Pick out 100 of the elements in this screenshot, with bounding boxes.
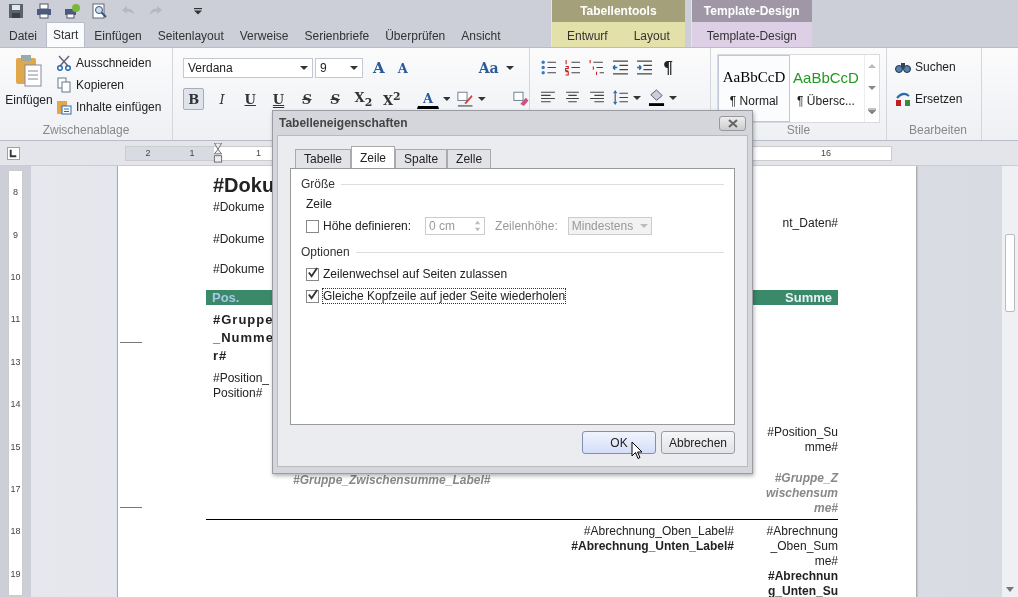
vertical-ruler[interactable]: 8 9 10 11 13 14 15 17 18 19 (8, 170, 23, 596)
table-cell-text: #Abrechnun g_Unten_Su (767, 569, 838, 597)
checkbox[interactable] (306, 289, 319, 303)
dropdown-arrow-icon (477, 97, 486, 101)
table-cell-text: #Gruppe _Numme r# (212, 311, 275, 365)
ribbon-tab[interactable]: Layout (624, 24, 679, 47)
ribbon-tab[interactable]: Template-Design (697, 24, 806, 47)
save-icon[interactable] (8, 3, 24, 19)
dialog-tab[interactable]: Zelle (447, 149, 492, 168)
ruler-number: 13 (10, 356, 21, 367)
contextual-tab-title: Tabellentools (552, 0, 685, 22)
dropdown-arrow-icon (300, 66, 308, 70)
dialog-tab[interactable]: Tabelle (295, 149, 352, 168)
ruler-number: 2 (145, 147, 151, 159)
table-cell-text: #Position_Su mme# (766, 425, 838, 455)
gallery-scrollbar[interactable] (864, 55, 879, 122)
more-icon[interactable] (868, 107, 876, 114)
print-help-icon[interactable] (64, 3, 80, 19)
ruler-number: 15 (10, 441, 21, 452)
dropdown-arrow-icon (639, 224, 648, 228)
option-checkbox[interactable]: Gleiche Kopfzeile auf jeder Seite wiederholen (306, 289, 724, 303)
table-cell-text: #Gruppe_Z wischensum me# (764, 471, 838, 516)
format-button[interactable]: X$^{2}$ (381, 88, 403, 110)
format-button[interactable]: U (239, 88, 261, 110)
format-button[interactable]: S (296, 88, 318, 110)
contextual-tab-title: Template-Design (691, 0, 812, 22)
clipboard-icon (14, 54, 44, 88)
table-header-cell: Pos. (212, 290, 240, 305)
checkbox[interactable] (306, 219, 319, 233)
ribbon-tab[interactable]: Ansicht (454, 24, 508, 47)
style-preset[interactable]: AaBbCcD ¶ Normal (718, 55, 790, 122)
print-icon[interactable] (36, 3, 52, 19)
replace-arrow-icon (895, 91, 911, 107)
group-label: Zwischenablage (41, 123, 131, 139)
print-preview-icon[interactable] (92, 3, 108, 19)
ribbon-tab[interactable]: Verweise (232, 24, 296, 47)
replace-button[interactable]: Ersetzen (895, 90, 981, 108)
checkbox[interactable] (306, 267, 319, 281)
table-header-cell: Summe (785, 290, 832, 305)
ribbon-tab[interactable]: Überprüfen (378, 24, 453, 47)
copy-button[interactable]: Kopieren (56, 76, 162, 94)
scroll-down-icon[interactable] (1006, 587, 1014, 592)
format-button[interactable]: U (267, 88, 290, 110)
document-field: #Dokume (206, 262, 275, 276)
scroll-down-icon[interactable] (868, 85, 876, 92)
dropdown-arrow-icon (633, 95, 641, 100)
cut-button[interactable]: Ausschneiden (56, 54, 162, 72)
format-button[interactable]: S (324, 88, 346, 110)
copy-icon (56, 77, 72, 93)
section-heading: Größe (301, 177, 335, 191)
font-size-field[interactable]: 9 (315, 58, 363, 78)
customize-dropdown-icon[interactable] (194, 7, 202, 15)
tab-selector-icon[interactable] (7, 146, 20, 160)
height-checkbox[interactable]: Höhe definieren: (306, 219, 412, 233)
close-button[interactable] (719, 115, 746, 131)
indent-marker-icon[interactable] (213, 143, 223, 163)
dialog-tab[interactable]: Zeile (351, 146, 396, 168)
change-case-button[interactable]: Aa (475, 60, 502, 76)
grow-font-button[interactable]: A (370, 59, 388, 77)
ruler-number: 14 (10, 399, 21, 410)
paste-button[interactable]: Einfügen (2, 52, 56, 116)
shading-bucket-icon[interactable] (648, 89, 665, 106)
format-button[interactable]: I (211, 88, 233, 110)
style-preset[interactable]: AaBbCcD ¶ Übersc... (790, 55, 862, 122)
find-button[interactable]: Suchen (895, 58, 981, 76)
dropdown-arrow-icon (505, 66, 514, 70)
dialog-title: Tabelleneigenschaften (279, 116, 408, 130)
dropdown-arrow-icon (350, 66, 358, 70)
ribbon-tab[interactable]: Seitenlayout (150, 24, 231, 47)
bullet-list-icon[interactable] (540, 59, 557, 76)
ribbon-tab[interactable]: Einfügen (87, 24, 149, 47)
clear-formatting-icon[interactable] (512, 90, 529, 108)
option-checkbox[interactable]: Zeilenwechsel auf Seiten zulassen (306, 267, 724, 281)
highlighter-icon[interactable] (457, 90, 474, 108)
line-spacing-icon[interactable] (612, 89, 629, 106)
scrollbar-thumb[interactable] (1005, 234, 1015, 312)
increase-indent-icon[interactable] (636, 59, 653, 76)
ruler-number: 18 (10, 526, 21, 537)
dialog-tab[interactable]: Spalte (395, 149, 448, 168)
shrink-font-button[interactable]: A (394, 60, 411, 76)
paste-special-button[interactable]: Inhalte einfügen (56, 98, 162, 116)
ruler-number: 1 (256, 147, 261, 159)
ribbon-tab[interactable]: Datei (2, 24, 44, 47)
section-heading: Optionen (301, 245, 350, 259)
show-formatting-marks-button[interactable]: ¶ (660, 58, 677, 77)
cancel-button[interactable]: Abbrechen (661, 431, 735, 454)
ribbon-tab[interactable]: Start (46, 22, 86, 47)
ribbon-tab[interactable]: Serienbriefe (297, 24, 377, 47)
ruler-number: 19 (10, 568, 21, 579)
table-cell-text: #Abrechnung _Oben_Sum me# (765, 524, 838, 569)
table-cell: #Abrechnung_Unten_Label# (571, 539, 734, 554)
numbered-list-icon[interactable] (564, 59, 581, 76)
format-button[interactable]: B (183, 88, 205, 110)
ok-button[interactable]: OK (582, 431, 656, 454)
ribbon-tab[interactable]: Entwurf (558, 24, 617, 47)
multilevel-list-icon[interactable] (588, 59, 605, 76)
decrease-indent-icon[interactable] (612, 59, 629, 76)
vertical-scrollbar[interactable] (1002, 166, 1018, 597)
font-family-field[interactable]: Verdana (183, 58, 313, 78)
format-button[interactable]: X$_{2}$ (352, 88, 375, 110)
